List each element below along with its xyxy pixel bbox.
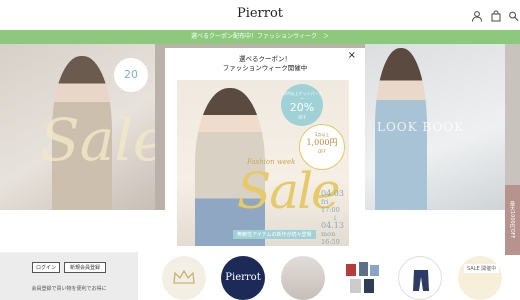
- coupon-banner[interactable]: 選べるクーポン配布中！ファッションウィーク ＞: [0, 30, 520, 44]
- modal-title-line2: ファッションウィーク開催中: [222, 64, 308, 72]
- sale-badge: SALE 開催中: [464, 264, 500, 273]
- login-button[interactable]: ログイン: [32, 262, 60, 273]
- category-clothes[interactable]: [340, 256, 384, 300]
- modal-title-line1: 選べるクーポン！: [239, 55, 291, 63]
- coupon-modal: × 選べるクーポン！ ファッションウィーク開催中 10円以上ゲットパーカー 20…: [165, 48, 365, 252]
- hero-slide-lookbook[interactable]: LOOK BOOK: [365, 44, 505, 210]
- clothes-icon: [346, 262, 379, 293]
- category-crown[interactable]: [162, 256, 206, 300]
- crown-icon: [173, 269, 195, 284]
- bag-icon[interactable]: [490, 10, 502, 22]
- coupon-badge-2-suffix: OFF: [318, 149, 326, 154]
- sale-poster[interactable]: 10円以上ゲットパーカー 20% OFF 3点以上 1,000円 OFF Fas…: [177, 80, 349, 246]
- coupon-badge-1-suffix: OFF: [298, 115, 306, 120]
- register-button[interactable]: 新規会員登録: [64, 262, 106, 273]
- coupon-badge-1: 10円以上ゲットパーカー 20% OFF: [281, 84, 323, 126]
- hero-sale-text: Sale: [40, 106, 168, 174]
- category-pants[interactable]: [398, 256, 442, 300]
- start-date: 04.03: [321, 189, 344, 198]
- modal-title: 選べるクーポン！ ファッションウィーク開催中: [165, 55, 365, 73]
- site-header: Pierrot: [0, 0, 520, 30]
- category-model[interactable]: [281, 256, 325, 300]
- coupon-badge-1-value: 20%: [289, 101, 315, 114]
- coupon-badge-2-value: 1,000円: [306, 138, 338, 147]
- member-note: 会員登録で買い物を便利でお得に: [31, 286, 107, 292]
- poster-tagline: 無敵性アイテムの新作が続々登場: [233, 230, 316, 239]
- site-logo[interactable]: Pierrot: [0, 6, 520, 21]
- coupon-badge-1-caption: 10円以上ゲットパーカー: [281, 91, 323, 101]
- pants-icon: [413, 270, 429, 291]
- hero-slide-sale[interactable]: 20 Sale: [0, 44, 167, 210]
- category-brand[interactable]: Pierrot: [221, 256, 265, 300]
- category-sale[interactable]: SALE 開催中: [458, 256, 502, 300]
- end-time: mon 16:59: [321, 230, 340, 246]
- member-box: ログイン 新規会員登録 会員登録で買い物を便利でお得に: [0, 252, 138, 300]
- start-time: fri 17:00: [321, 198, 340, 214]
- hero-coupon-badge: 20: [114, 58, 148, 92]
- poster-dates: 04.03 fri 17:00 ↓ 04.13 mon 16:59: [321, 189, 349, 247]
- user-icon[interactable]: [471, 10, 483, 22]
- side-coupon-tab[interactable]: 最大1000円OFF: [505, 185, 520, 255]
- lookbook-title: LOOK BOOK: [377, 120, 465, 134]
- end-date: 04.13: [321, 221, 344, 230]
- search-icon[interactable]: [508, 10, 519, 22]
